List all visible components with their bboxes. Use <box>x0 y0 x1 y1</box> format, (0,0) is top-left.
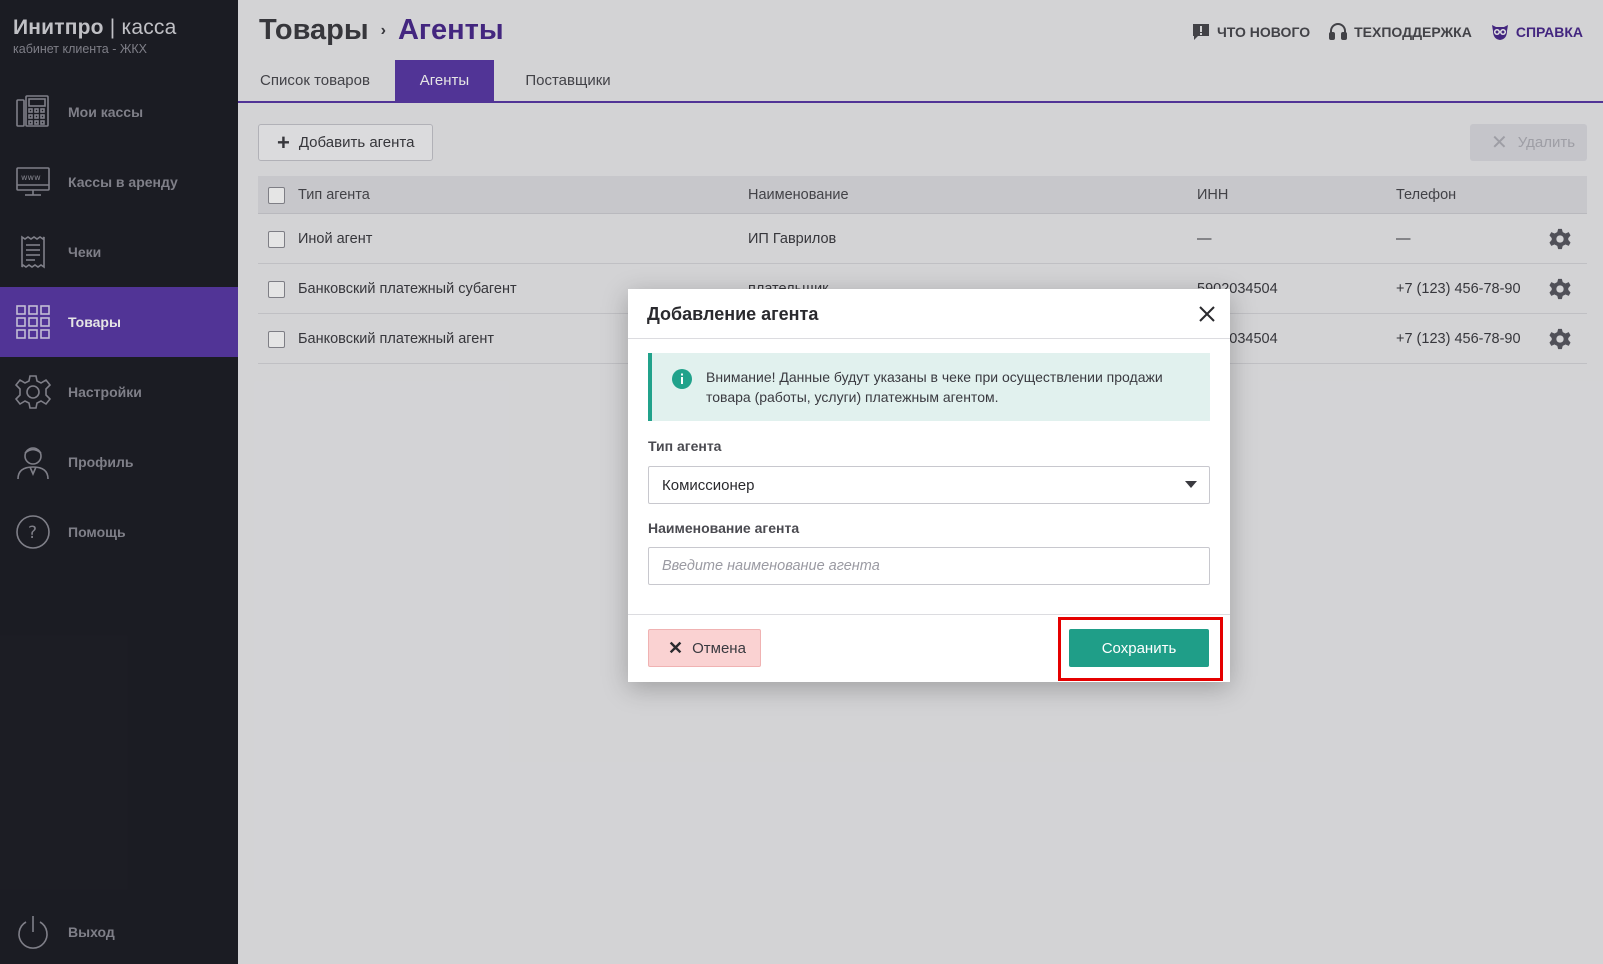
dialog-header: Добавление агента <box>628 289 1230 339</box>
save-button[interactable]: Сохранить <box>1069 629 1209 667</box>
dialog-title: Добавление агента <box>647 304 819 324</box>
agent-type-label: Тип агента <box>648 438 722 454</box>
agent-name-input[interactable] <box>648 547 1210 585</box>
cancel-button[interactable]: ✕ Отмена <box>648 629 761 667</box>
chevron-down-icon <box>1185 481 1197 488</box>
cancel-label: Отмена <box>692 639 746 657</box>
close-icon[interactable] <box>1196 303 1218 325</box>
agent-type-select[interactable]: Комиссионер <box>648 466 1210 504</box>
close-icon: ✕ <box>668 637 684 658</box>
agent-name-label: Наименование агента <box>648 520 800 536</box>
info-notice: Внимание! Данные будут указаны в чеке пр… <box>648 353 1210 421</box>
info-icon <box>672 369 692 389</box>
add-agent-dialog: Добавление агента Внимание! Данные будут… <box>628 289 1230 682</box>
dialog-footer: ✕ Отмена Сохранить <box>628 614 1230 682</box>
agent-type-value: Комиссионер <box>662 477 755 494</box>
notice-text: Внимание! Данные будут указаны в чеке пр… <box>706 369 1163 405</box>
